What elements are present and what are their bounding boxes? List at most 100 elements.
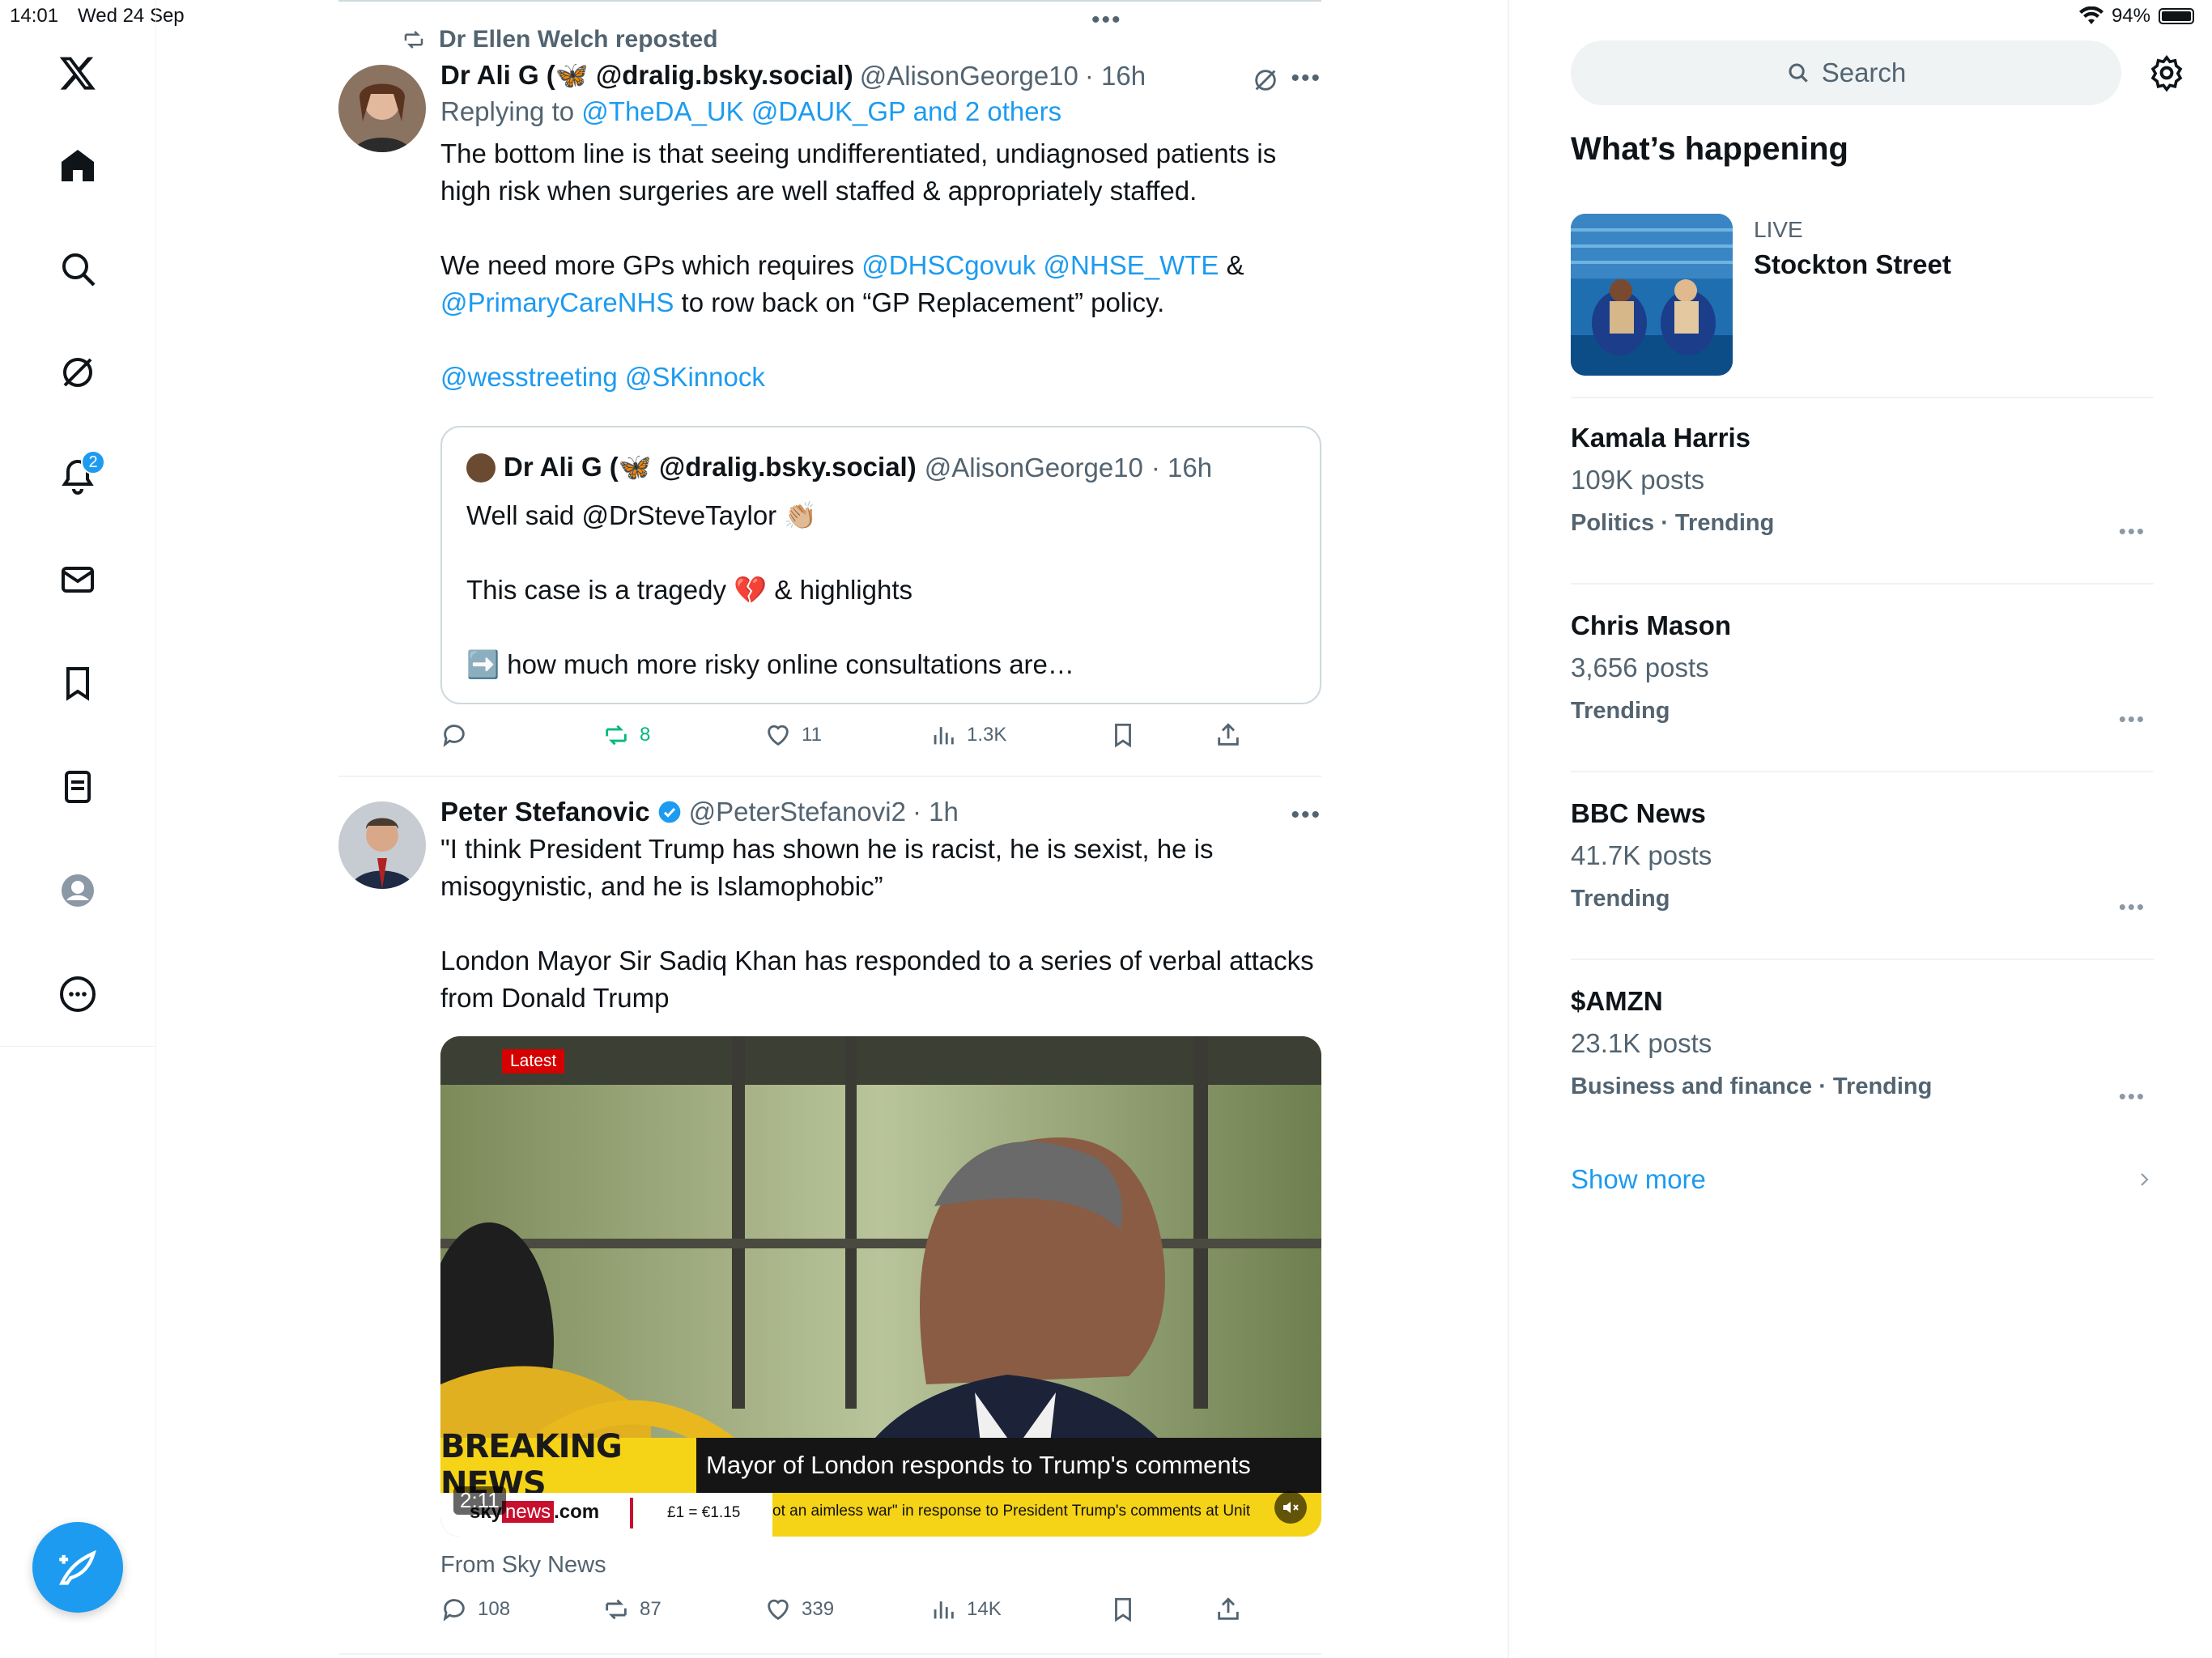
- messages-icon[interactable]: [49, 551, 107, 609]
- mute-button[interactable]: [1274, 1491, 1307, 1524]
- compose-post-button[interactable]: [32, 1522, 123, 1613]
- bookmarks-icon[interactable]: [49, 654, 107, 712]
- share-button[interactable]: [1214, 1596, 1242, 1623]
- reply-button[interactable]: 108: [440, 1596, 510, 1623]
- live-event-thumbnail: [1571, 214, 1733, 376]
- author-handle[interactable]: @AlisonGeorge10: [860, 61, 1078, 91]
- trend-item[interactable]: BBC News 41.7K posts Trending •••: [1571, 798, 2154, 960]
- grok-explain-icon[interactable]: [1252, 66, 1279, 94]
- quoted-text-line-3: ➡️ how much more risky online consultati…: [466, 649, 1074, 679]
- views-button[interactable]: 14K: [929, 1596, 1002, 1623]
- like-button[interactable]: 11: [764, 721, 822, 749]
- post-time: · 1h: [912, 797, 959, 827]
- mention-links[interactable]: @DHSCgovuk @NHSE_WTE: [861, 250, 1219, 280]
- quoted-author-handle: @AlisonGeorge10: [924, 452, 1143, 483]
- reply-to-links[interactable]: @TheDA_UK @DAUK_GP and 2 others: [581, 96, 1061, 126]
- trend-item[interactable]: Chris Mason 3,656 posts Trending •••: [1571, 610, 2154, 772]
- media-source[interactable]: From Sky News: [440, 1546, 606, 1584]
- trend-category: Trending: [1571, 698, 1670, 724]
- main-feed: ••• Dr Ellen Welch reposted Dr Ali G (🦋 …: [338, 0, 1321, 1658]
- like-button[interactable]: 339: [764, 1596, 834, 1623]
- more-options-icon[interactable]: [49, 965, 107, 1023]
- quoted-text-line-2: This case is a tragedy 💔 & highlights: [466, 575, 913, 605]
- verified-badge-icon: [658, 801, 680, 823]
- tweet-actions: 108 87 339 14K: [440, 1593, 1321, 1626]
- trend-more-icon[interactable]: •••: [2119, 895, 2146, 920]
- explore-icon[interactable]: [49, 240, 107, 298]
- notifications-icon[interactable]: 2: [49, 447, 107, 505]
- repost-icon: [606, 1599, 627, 1620]
- lists-icon[interactable]: [49, 758, 107, 816]
- quoted-tweet-card[interactable]: Dr Ali G (🦋 @dralig.bsky.social) @Alison…: [440, 426, 1321, 704]
- home-icon[interactable]: [49, 136, 107, 194]
- settings-gear-icon[interactable]: [2147, 53, 2186, 92]
- exchange-rate: £1 = €1.15: [667, 1504, 741, 1521]
- tweet-text-paragraph-3[interactable]: @wesstreeting @SKinnock: [440, 359, 1321, 396]
- avatar[interactable]: [338, 801, 426, 889]
- search-placeholder: Search: [1821, 57, 1907, 87]
- bookmark-button[interactable]: [1109, 1596, 1137, 1623]
- share-button[interactable]: [1214, 721, 1242, 749]
- video-duration: 2:11: [453, 1486, 506, 1515]
- repost-icon: [606, 725, 627, 746]
- post-time: · 16h: [1084, 60, 1146, 91]
- dotcom-text: .com: [554, 1501, 600, 1523]
- share-icon: [1218, 723, 1239, 746]
- author-name[interactable]: Dr Ali G (🦋 @dralig.bsky.social): [440, 60, 853, 91]
- trend-item[interactable]: Kamala Harris 109K posts Politics · Tren…: [1571, 423, 2154, 585]
- trend-name: $AMZN: [1571, 986, 1663, 1016]
- live-event-card[interactable]: LIVE Stockton Street: [1571, 212, 2154, 398]
- views-chart-icon: [934, 1601, 954, 1619]
- author-name[interactable]: Peter Stefanovic: [440, 797, 650, 827]
- live-event-title: Stockton Street: [1754, 249, 1951, 279]
- quoted-text-line-1: Well said @DrSteveTaylor 👏🏼: [466, 500, 818, 530]
- trend-item[interactable]: $AMZN 23.1K posts Business and finance ·…: [1571, 986, 2154, 1148]
- trend-name: Kamala Harris: [1571, 423, 1750, 453]
- ticker-divider: [630, 1498, 633, 1528]
- reply-prefix: Replying to: [440, 96, 575, 126]
- avatar[interactable]: [338, 65, 426, 152]
- text-segment: We need more GPs which requires: [440, 250, 855, 280]
- tweet-more-icon[interactable]: •••: [1291, 65, 1321, 92]
- search-input[interactable]: Search: [1571, 40, 2121, 105]
- profile-avatar-icon[interactable]: [49, 861, 107, 920]
- bookmark-button[interactable]: [1109, 721, 1137, 749]
- grok-icon[interactable]: [49, 343, 107, 402]
- latest-tag: Latest: [502, 1049, 565, 1073]
- trend-category: Business and finance · Trending: [1571, 1073, 1933, 1099]
- bookmark-icon: [1115, 1597, 1131, 1622]
- view-count: 14K: [967, 1598, 1002, 1620]
- trend-post-count: 41.7K posts: [1571, 840, 1712, 870]
- show-more-label: Show more: [1571, 1164, 1706, 1194]
- quoted-post-time: · 16h: [1151, 452, 1213, 483]
- repost-button[interactable]: 8: [602, 721, 650, 749]
- trend-post-count: 23.1K posts: [1571, 1028, 1712, 1058]
- trend-more-icon[interactable]: •••: [2119, 1084, 2146, 1109]
- x-logo-icon[interactable]: [49, 44, 107, 102]
- tweet-peter-stefanovic[interactable]: Peter Stefanovic @PeterStefanovi2 · 1h "…: [338, 779, 1321, 1655]
- video-player[interactable]: Latest BREAKING NEWS Mayor of London res…: [440, 1036, 1321, 1537]
- tweet-more-icon[interactable]: •••: [1291, 801, 1321, 829]
- reply-context: Replying to @TheDA_UK @DAUK_GP and 2 oth…: [440, 93, 1321, 130]
- repost-button[interactable]: 87: [602, 1596, 661, 1623]
- tweet-dr-ali-g[interactable]: Dr Ellen Welch reposted Dr Ali G (🦋 @dra…: [338, 0, 1321, 777]
- left-navigation: 2: [0, 0, 156, 1658]
- views-button[interactable]: 1.3K: [929, 721, 1006, 749]
- tweet-content: Peter Stefanovic @PeterStefanovi2 · 1h "…: [440, 797, 1321, 1017]
- trend-post-count: 109K posts: [1571, 465, 1705, 495]
- reply-button[interactable]: [440, 721, 478, 749]
- mention-link[interactable]: @PrimaryCareNHS: [440, 287, 674, 317]
- tweet-text-paragraph-1: "I think President Trump has shown he is…: [440, 834, 1214, 901]
- tweet-text-paragraph-2: We need more GPs which requires @DHSCgov…: [440, 247, 1321, 321]
- tweet-content: Dr Ali G (🦋 @dralig.bsky.social) @Alison…: [440, 60, 1321, 396]
- trend-more-icon[interactable]: •••: [2119, 519, 2146, 544]
- tweet-text-paragraph-2: London Mayor Sir Sadiq Khan has responde…: [440, 946, 1314, 1013]
- nav-divider: [0, 1046, 156, 1047]
- tweet-actions: 8 11 1.3K: [440, 719, 1321, 751]
- like-count: 339: [802, 1598, 835, 1620]
- right-sidebar: Search What’s happening LIVE Stockton St…: [1508, 0, 2212, 1658]
- show-more-link[interactable]: Show more: [1571, 1164, 2154, 1195]
- author-handle[interactable]: @PeterStefanovi2: [689, 797, 906, 827]
- trend-name: Chris Mason: [1571, 610, 1732, 640]
- trend-more-icon[interactable]: •••: [2119, 707, 2146, 732]
